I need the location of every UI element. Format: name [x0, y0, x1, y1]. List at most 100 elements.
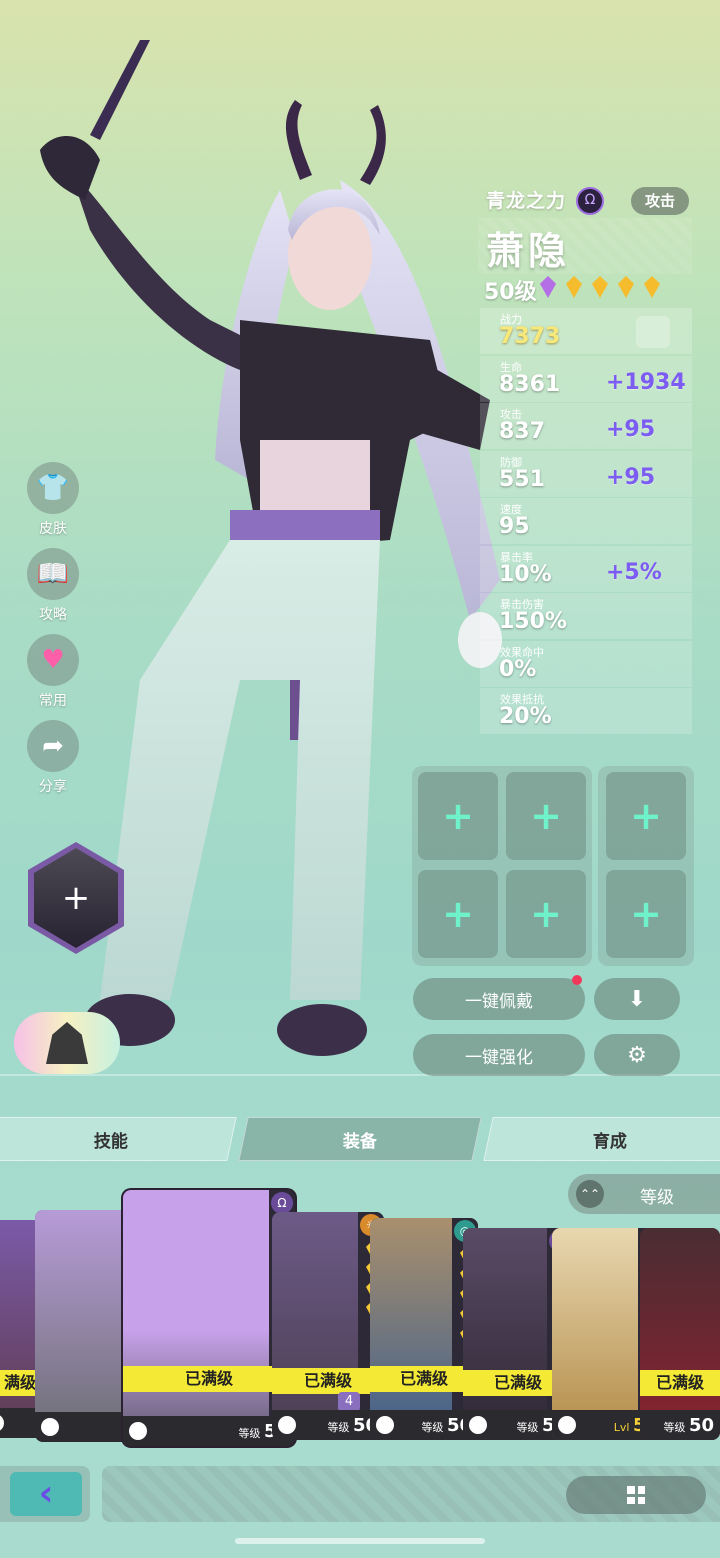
stat-row-defense: 防御 551 +95: [480, 450, 692, 497]
stats-panel: 战力 7373 生命 8361 +1934 攻击 837 +95 防御 551 …: [480, 308, 692, 736]
level-prefix: 等级: [327, 1421, 350, 1434]
stat-value: 0%: [499, 656, 537, 682]
level-bar: 等级 50: [370, 1410, 478, 1440]
stat-value: 150%: [499, 609, 567, 634]
level-bar: 等级 50: [272, 1410, 384, 1440]
grid-icon: [627, 1486, 645, 1504]
purple-star-icon: [540, 276, 556, 298]
stat-row-crit-rate: 暴击率 10% +5%: [480, 545, 692, 592]
hero-portrait: [552, 1228, 638, 1440]
max-level-band: 已满级: [123, 1366, 295, 1392]
gold-star-icon: [592, 276, 608, 298]
favorite-label: 常用: [39, 693, 67, 709]
gold-star-icon: [618, 276, 634, 298]
dial-icon: [469, 1416, 487, 1434]
stat-value: 7373: [499, 324, 561, 349]
hero-card[interactable]: 已满级 等级 50: [640, 1228, 720, 1440]
dial-icon: [558, 1416, 576, 1434]
hero-name: 萧隐: [486, 229, 571, 273]
gold-star-icon: [566, 276, 582, 298]
fist-icon: [636, 316, 670, 348]
boots-slot[interactable]: +: [606, 870, 686, 958]
hero-portrait: [463, 1228, 547, 1440]
shirt-icon: 👕: [27, 462, 79, 514]
ring-slot[interactable]: +: [418, 870, 498, 958]
plus-icon: +: [630, 892, 662, 936]
level-prefix: 等级: [663, 1421, 686, 1434]
dragon-element-icon: Ω: [271, 1192, 293, 1214]
skin-button[interactable]: 👕 皮肤: [25, 462, 81, 538]
stat-bonus: +1934: [606, 369, 686, 395]
stat-row-effect-hit: 效果命中 0%: [480, 640, 692, 687]
dial-icon: [278, 1416, 296, 1434]
stat-bonus: +5%: [606, 559, 662, 585]
level-text: 等级 50: [663, 1415, 714, 1436]
gold-star-icon: [644, 276, 660, 298]
hero-card-selected[interactable]: Ω 已满级 等级 50: [123, 1190, 295, 1446]
back-button[interactable]: ‹: [0, 1466, 90, 1522]
dragon-emblem-icon[interactable]: Ω: [576, 187, 604, 215]
weapon-slot[interactable]: +: [418, 772, 498, 860]
level-prefix: 等级: [516, 1421, 539, 1434]
unequip-all-button[interactable]: ⬇: [594, 978, 680, 1020]
tab-equipment[interactable]: 装备: [238, 1117, 482, 1161]
dial-icon: [376, 1416, 394, 1434]
stat-value: 10%: [499, 561, 552, 587]
armor-slot[interactable]: +: [506, 772, 586, 860]
add-companion-icon: +: [34, 848, 118, 948]
heart-icon: ♥: [27, 634, 79, 686]
hero-card[interactable]: ☀ 已满级 4 等级 50: [272, 1212, 384, 1440]
star-rating: [540, 276, 670, 302]
chevron-left-icon: ‹: [10, 1472, 82, 1516]
plus-icon: +: [442, 794, 474, 838]
tab-label: 技能: [94, 1131, 128, 1152]
sort-by-level-button[interactable]: ⌃⌃ 等级: [568, 1174, 720, 1214]
gear-icon: ⚙: [627, 1042, 647, 1068]
guide-label: 攻略: [39, 607, 67, 623]
max-level-band: 已满级: [640, 1370, 720, 1396]
max-level-band: 已满级: [272, 1368, 384, 1394]
tab-growth[interactable]: 育成: [483, 1117, 720, 1161]
hero-card[interactable]: ◎ 已满级 等级 50: [370, 1218, 478, 1440]
share-label: 分享: [39, 779, 67, 795]
stat-row-crit-damage: 暴击伤害 150%: [480, 593, 692, 639]
faction-label: 青龙之力: [486, 190, 567, 212]
favorite-button[interactable]: ♥ 常用: [25, 634, 81, 710]
stat-bonus: +95: [606, 464, 656, 490]
necklace-slot[interactable]: +: [506, 870, 586, 958]
stat-value: 95: [499, 514, 530, 539]
auto-enhance-button[interactable]: 一键强化: [413, 1034, 585, 1076]
plus-icon: +: [630, 794, 662, 838]
hero-portrait: [123, 1190, 269, 1446]
settings-button[interactable]: ⚙: [594, 1034, 680, 1076]
tab-skills[interactable]: 技能: [0, 1117, 237, 1161]
home-indicator: [235, 1538, 485, 1544]
sort-label: 等级: [640, 1188, 674, 1208]
guide-button[interactable]: 📖 攻略: [25, 548, 81, 624]
double-chevron-up-icon: ⌃⌃: [576, 1180, 604, 1208]
book-icon: 📖: [27, 548, 79, 600]
stat-row-attack: 攻击 837 +95: [480, 403, 692, 449]
level-prefix: 等级: [421, 1421, 444, 1434]
auto-equip-button[interactable]: 一键佩戴: [413, 978, 585, 1020]
plus-icon: +: [442, 892, 474, 936]
dial-icon: [41, 1418, 59, 1436]
dial-icon: [129, 1422, 147, 1440]
level-prefix: Lvl: [613, 1421, 630, 1434]
plus-icon: +: [530, 794, 562, 838]
stat-row-speed: 速度 95: [480, 498, 692, 544]
hero-portrait: [370, 1218, 452, 1440]
notification-dot: [572, 975, 582, 985]
max-level-band: 已满级: [370, 1366, 478, 1392]
tab-label: 装备: [343, 1131, 377, 1152]
share-button[interactable]: ➦ 分享: [25, 720, 81, 796]
stat-bonus: +95: [606, 417, 656, 442]
level-prefix: 等级: [238, 1427, 261, 1440]
class-button[interactable]: [14, 1012, 120, 1074]
count-badge: 4: [338, 1392, 360, 1412]
stat-row-effect-resist: 效果抵抗 20%: [480, 688, 692, 734]
stat-value: 8361: [499, 371, 561, 397]
down-arrow-icon: ⬇: [627, 986, 647, 1012]
goggles-slot[interactable]: +: [606, 772, 686, 860]
grid-view-button[interactable]: [566, 1476, 706, 1514]
